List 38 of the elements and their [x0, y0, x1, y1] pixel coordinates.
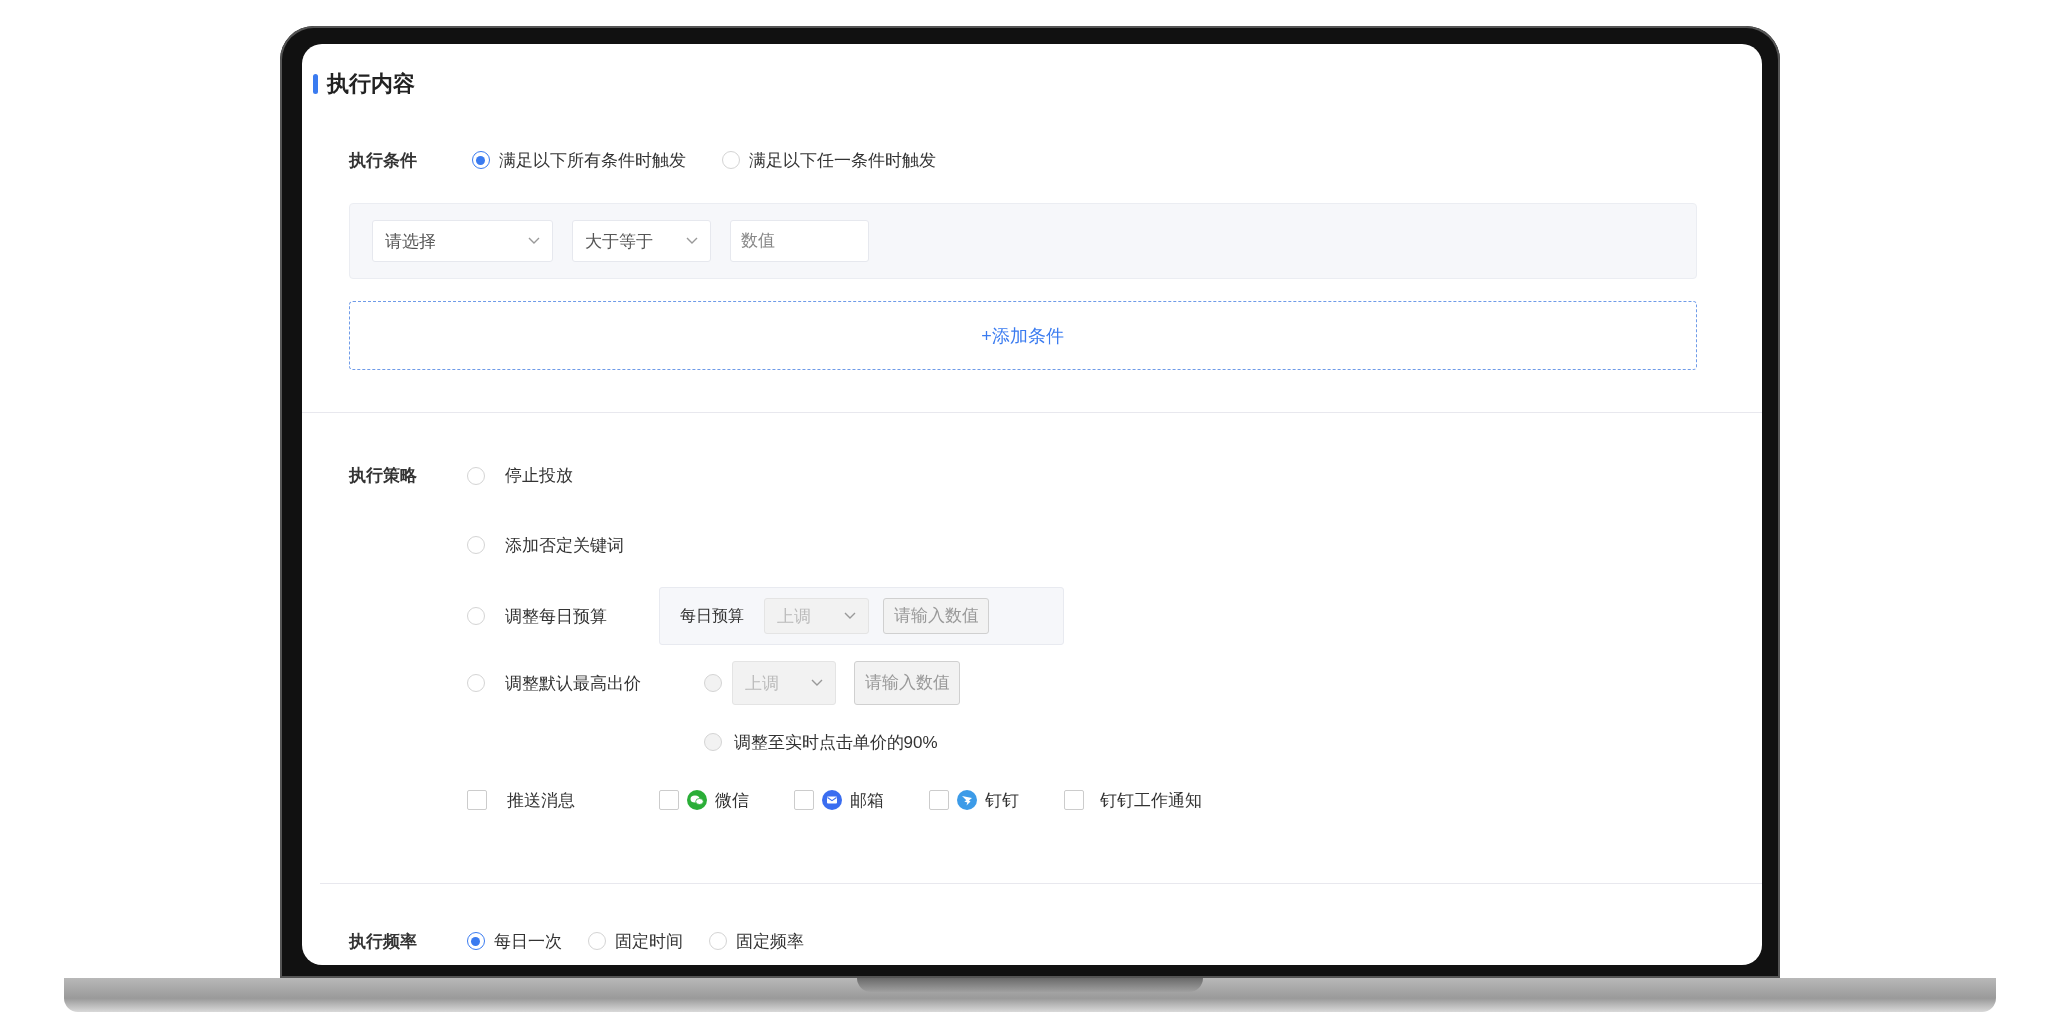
chevron-down-icon — [685, 237, 698, 245]
radio-button[interactable] — [471, 151, 490, 169]
channel-label[interactable]: 钉钉 — [984, 788, 1019, 812]
checkbox[interactable] — [793, 790, 814, 810]
chevron-down-icon — [843, 612, 856, 620]
radio-label[interactable]: 添加否定关键词 — [504, 533, 624, 557]
checkbox[interactable] — [658, 790, 679, 810]
field-label: 每日预算 — [679, 605, 744, 626]
chat-bubble-icon — [686, 790, 707, 810]
select-field[interactable]: 大于等于 — [571, 220, 711, 262]
value-input[interactable]: 数值 — [729, 220, 869, 262]
wing-icon — [956, 790, 977, 810]
accent-bar — [312, 74, 318, 94]
radio-label[interactable]: 调整默认最高出价 — [504, 671, 641, 695]
radio-label[interactable]: 满足以下任一条件时触发 — [748, 148, 936, 172]
radio-label[interactable]: 满足以下所有条件时触发 — [498, 148, 686, 172]
chevron-down-icon — [527, 237, 540, 245]
radio-button[interactable] — [466, 932, 485, 950]
channel-label[interactable]: 钉钉工作通知 — [1099, 788, 1202, 812]
add-condition-button[interactable]: +添加条件 — [348, 301, 1697, 370]
select-field[interactable]: 请选择 — [371, 220, 553, 262]
field-label: 执行频率 — [348, 930, 418, 953]
checkbox-label[interactable]: 推送消息 — [506, 788, 575, 812]
channel-label[interactable]: 邮箱 — [849, 788, 884, 812]
channel-label[interactable]: 微信 — [714, 788, 749, 812]
section-title: 执行内容 — [326, 70, 415, 98]
radio-label[interactable]: 固定时间 — [614, 929, 683, 953]
field-label: 执行条件 — [348, 149, 418, 172]
chevron-down-icon — [810, 679, 823, 687]
field-label: 执行策略 — [348, 465, 418, 487]
checkbox[interactable] — [466, 790, 487, 810]
mail-icon — [821, 790, 842, 810]
radio-label[interactable]: 每日一次 — [493, 929, 562, 953]
checkbox[interactable] — [1063, 790, 1084, 810]
radio-label[interactable]: 停止投放 — [504, 464, 573, 487]
radio-label[interactable]: 固定频率 — [735, 929, 804, 953]
checkbox[interactable] — [928, 790, 949, 810]
radio-label[interactable]: 调整至实时点击单价的90% — [733, 730, 938, 754]
